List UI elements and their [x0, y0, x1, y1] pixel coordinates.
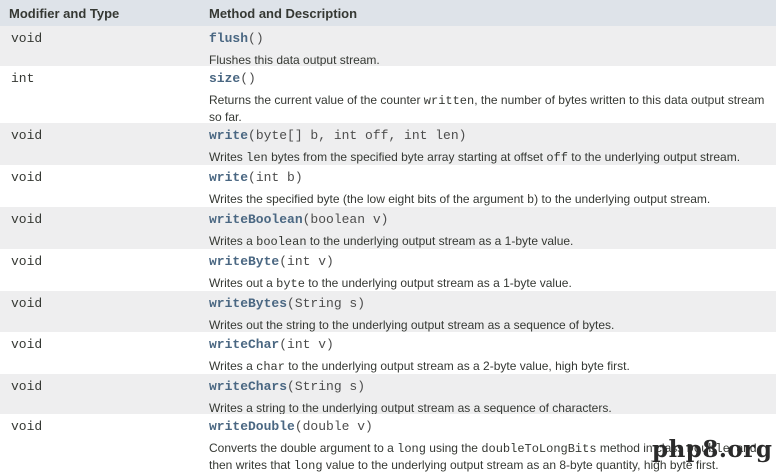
method-signature: flush(): [209, 31, 264, 46]
code-fragment: long: [293, 459, 323, 473]
method-description: Writes a char to the underlying output s…: [209, 358, 775, 375]
method-signature: writeDouble(double v): [209, 419, 373, 434]
method-link[interactable]: writeBytes: [209, 296, 287, 311]
table-row: void write(int b) Writes the specified byt…: [0, 165, 776, 207]
table-header: Modifier and Type Method and Description: [0, 0, 776, 27]
method-signature: writeBytes(String s): [209, 296, 365, 311]
method-params: (int v): [279, 337, 334, 352]
description-text: Returns the current value of the counter: [209, 93, 424, 107]
return-type: void: [11, 254, 43, 269]
code-fragment: char: [256, 360, 285, 374]
description-text: Writes the specified byte (the low eight…: [209, 192, 527, 206]
return-type: void: [11, 170, 43, 185]
method-params: (String s): [287, 379, 366, 394]
method-signature: writeBoolean(boolean v): [209, 212, 388, 227]
method-link[interactable]: write: [209, 170, 248, 185]
return-type: void: [11, 337, 43, 352]
description-text: to the underlying output stream as a 2-b…: [284, 359, 630, 373]
table-row: void writeBoolean(boolean v) Writes a bool…: [0, 207, 776, 249]
method-params: (byte[] b, int off, int len): [248, 128, 467, 143]
method-link[interactable]: writeBoolean: [209, 212, 303, 227]
method-params: (int b): [248, 170, 303, 185]
method-link[interactable]: flush: [209, 31, 248, 46]
method-signature: write(int b): [209, 170, 303, 185]
return-type: int: [11, 71, 35, 86]
description-text: bytes from the specified byte array star…: [267, 150, 547, 164]
description-text: to the underlying output stream as a 1-b…: [306, 234, 574, 248]
description-text: Flushes this data output stream.: [209, 53, 380, 67]
code-fragment: len: [246, 151, 268, 165]
description-text: Converts the double argument to a: [209, 441, 398, 455]
method-signature: write(byte[] b, int off, int len): [209, 128, 466, 143]
method-params: (boolean v): [302, 212, 389, 227]
method-description: Writes out the string to the underlying …: [209, 317, 775, 333]
code-fragment: off: [546, 151, 568, 165]
code-fragment: doubleToLongBits: [481, 442, 597, 456]
method-params: (): [240, 71, 256, 86]
description-text: to the underlying output stream as a 1-b…: [304, 276, 572, 290]
description-text: Writes a: [209, 359, 257, 373]
method-signature: size(): [209, 71, 256, 86]
code-fragment: long: [397, 442, 426, 456]
method-signature: writeChar(int v): [209, 337, 334, 352]
table-row: int size() Returns the current value of th…: [0, 66, 776, 125]
method-params: (): [248, 31, 264, 46]
method-description: Returns the current value of the counter…: [209, 92, 775, 125]
description-text: Writes: [209, 150, 247, 164]
table-row: void flush() Flushes this data output stre…: [0, 26, 776, 67]
table-row: void write(byte[] b, int off, int len) Wri…: [0, 123, 776, 165]
return-type: void: [11, 379, 43, 394]
table-row: void writeByte(int v) Writes out a byte to…: [0, 249, 776, 291]
method-column-header: Method and Description: [209, 6, 358, 21]
code-fragment: written: [423, 94, 475, 108]
method-description: Writes a boolean to the underlying outpu…: [209, 233, 775, 250]
method-link[interactable]: writeChar: [209, 337, 279, 352]
method-params: (double v): [294, 419, 373, 434]
method-link[interactable]: writeDouble: [209, 419, 295, 434]
method-link[interactable]: write: [209, 128, 248, 143]
description-text: to the underlying output stream.: [567, 150, 741, 164]
method-link[interactable]: writeByte: [209, 254, 279, 269]
method-link[interactable]: writeChars: [209, 379, 287, 394]
description-text: Writes a: [209, 234, 257, 248]
table-row: void writeChars(String s) Writes a string …: [0, 374, 776, 415]
return-type: void: [11, 419, 43, 434]
method-link[interactable]: size: [209, 71, 240, 86]
description-text: using the: [425, 441, 482, 455]
method-params: (String s): [287, 296, 366, 311]
return-type: void: [11, 31, 43, 46]
method-description: Writes out a byte to the underlying outp…: [209, 275, 775, 292]
modifier-column-header: Modifier and Type: [9, 6, 120, 21]
return-type: void: [11, 212, 43, 227]
code-fragment: boolean: [256, 235, 307, 249]
method-signature: writeChars(String s): [209, 379, 365, 394]
table-row: void writeChar(int v) Writes a char to the…: [0, 332, 776, 374]
code-fragment: byte: [276, 277, 305, 291]
description-text: Writes out a: [209, 276, 277, 290]
description-text: Writes out the string to the underlying …: [209, 318, 615, 332]
watermark-logo: php8.org: [652, 436, 773, 463]
method-description: Writes len bytes from the specified byte…: [209, 149, 775, 166]
table-row: void writeBytes(String s) Writes out the s…: [0, 291, 776, 332]
return-type: void: [11, 296, 43, 311]
method-signature: writeByte(int v): [209, 254, 334, 269]
return-type: void: [11, 128, 43, 143]
description-text: Writes a string to the underlying output…: [209, 401, 612, 415]
method-params: (int v): [279, 254, 334, 269]
method-description: Writes the specified byte (the low eight…: [209, 191, 775, 208]
description-text: ) to the underlying output stream.: [534, 192, 711, 206]
